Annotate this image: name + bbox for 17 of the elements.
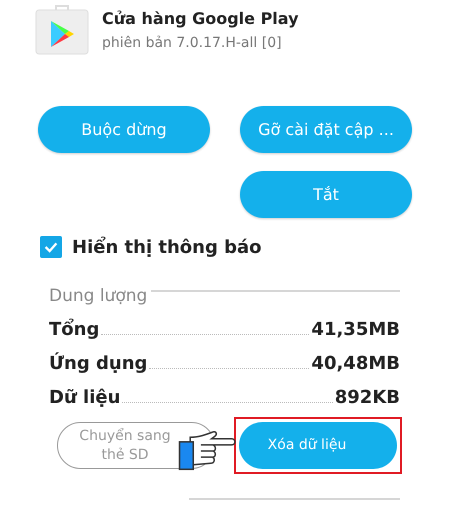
checkbox-label: Hiển thị thông báo	[72, 236, 262, 258]
storage-label: Ứng dụng	[49, 353, 148, 374]
shopping-bag-play-icon	[34, 4, 90, 56]
app-title: Cửa hàng Google Play	[102, 9, 299, 28]
section-title: Dung lượng	[49, 286, 148, 306]
app-version: phiên bản 7.0.17.H-all [0]	[102, 35, 283, 51]
storage-value: 892KB	[334, 387, 400, 408]
checkbox[interactable]	[40, 236, 62, 258]
action-button[interactable]: Gỡ cài đặt cập ...	[240, 106, 412, 153]
storage-label: Dữ liệu	[49, 387, 120, 408]
storage-button[interactable]: Xóa dữ liệu	[239, 422, 397, 469]
action-button[interactable]: Tắt	[240, 171, 412, 218]
pointing-hand-icon	[178, 431, 236, 471]
storage-value: 40,48MB	[311, 353, 400, 374]
storage-label: Tổng	[49, 319, 100, 340]
storage-value: 41,35MB	[311, 319, 400, 340]
action-button[interactable]: Buộc dừng	[38, 106, 210, 153]
